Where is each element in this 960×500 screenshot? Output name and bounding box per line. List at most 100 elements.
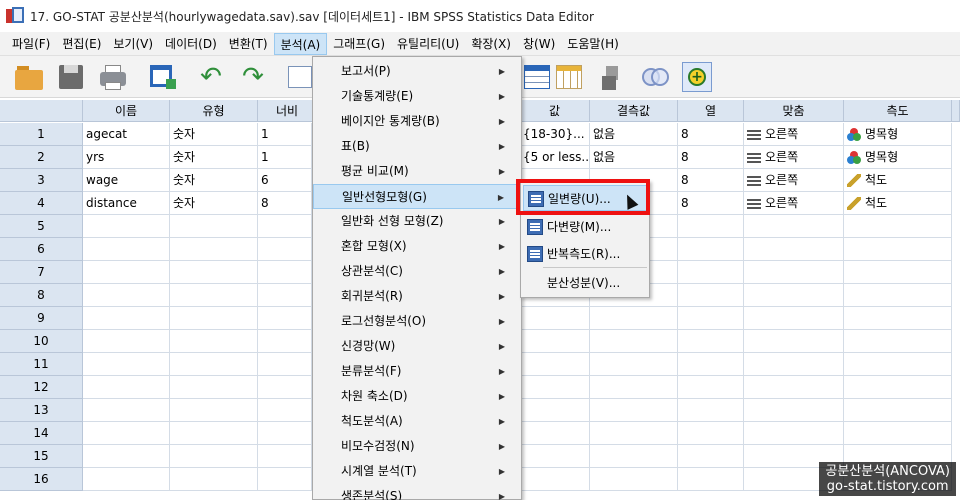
analyze-menu-item[interactable]: 분류분석(F) ▶ [313,359,521,384]
redo-icon[interactable]: ↷ [238,62,268,92]
empty-cell[interactable] [678,261,744,284]
analyze-menu-item[interactable]: 척도분석(A) ▶ [313,409,521,434]
cell-align[interactable]: 오른쪽 [744,169,844,192]
cell-columns[interactable]: 8 [678,123,744,146]
menu-graphs[interactable]: 그래프(G) [327,33,391,55]
empty-cell[interactable] [520,376,590,399]
menu-data[interactable]: 데이터(D) [159,33,223,55]
cell-type[interactable]: 숫자 [170,146,258,169]
empty-cell[interactable] [520,445,590,468]
empty-cell[interactable] [844,376,952,399]
empty-cell[interactable] [590,307,678,330]
empty-cell[interactable] [844,422,952,445]
cell-values[interactable]: {5 or less... [520,146,590,169]
empty-cell[interactable] [83,261,170,284]
print-icon[interactable] [98,62,128,92]
empty-cell[interactable] [844,238,952,261]
empty-cell[interactable] [520,399,590,422]
empty-cell[interactable] [520,353,590,376]
menu-edit[interactable]: 편집(E) [56,33,107,55]
menu-transform[interactable]: 변환(T) [223,33,274,55]
empty-cell[interactable] [678,215,744,238]
cell-measure[interactable]: 척도 [844,192,952,215]
select-cases-icon[interactable] [554,62,584,92]
empty-cell[interactable] [83,307,170,330]
row-number-header[interactable]: 12 [0,376,83,399]
empty-cell[interactable] [844,330,952,353]
cell-name[interactable]: distance [83,192,170,215]
menu-analyze[interactable]: 분석(A) [273,32,328,55]
empty-cell[interactable] [590,468,678,491]
cell-missing[interactable]: 없음 [590,123,678,146]
analyze-menu-item[interactable]: 기술통계량(E) ▶ [313,84,521,109]
analyze-menu-item[interactable]: 생존분석(S) ▶ [313,484,521,500]
empty-cell[interactable] [744,399,844,422]
empty-cell[interactable] [844,353,952,376]
empty-cell[interactable] [744,215,844,238]
menu-file[interactable]: 파일(F) [6,33,56,55]
undo-icon[interactable]: ↶ [196,62,226,92]
empty-cell[interactable] [678,330,744,353]
empty-cell[interactable] [83,284,170,307]
empty-cell[interactable] [678,238,744,261]
menu-help[interactable]: 도움말(H) [561,33,625,55]
glm-submenu-item[interactable]: 분산성분(V)... [523,270,647,296]
row-number-header[interactable]: 3 [0,169,83,192]
cell-missing[interactable]: 없음 [590,146,678,169]
empty-cell[interactable] [678,468,744,491]
row-number-header[interactable]: 13 [0,399,83,422]
row-number-header[interactable]: 14 [0,422,83,445]
row-number-header[interactable]: 2 [0,146,83,169]
empty-cell[interactable] [170,422,258,445]
cell-type[interactable]: 숫자 [170,123,258,146]
empty-cell[interactable] [258,376,312,399]
cell-type[interactable]: 숫자 [170,192,258,215]
empty-cell[interactable] [83,468,170,491]
empty-cell[interactable] [170,215,258,238]
cell-align[interactable]: 오른쪽 [744,123,844,146]
cell-columns[interactable]: 8 [678,169,744,192]
menu-utilities[interactable]: 유틸리티(U) [391,33,465,55]
cell-columns[interactable]: 8 [678,146,744,169]
empty-cell[interactable] [258,238,312,261]
cell-width[interactable]: 8 [258,192,312,215]
empty-cell[interactable] [83,238,170,261]
row-number-header[interactable]: 5 [0,215,83,238]
empty-cell[interactable] [83,376,170,399]
empty-cell[interactable] [170,307,258,330]
empty-cell[interactable] [744,422,844,445]
cell-width[interactable]: 6 [258,169,312,192]
row-number-header[interactable]: 4 [0,192,83,215]
empty-cell[interactable] [744,307,844,330]
empty-cell[interactable] [170,330,258,353]
row-number-header[interactable]: 1 [0,123,83,146]
cell-align[interactable]: 오른쪽 [744,146,844,169]
analyze-menu-item[interactable]: 평균 비교(M) ▶ [313,159,521,184]
empty-cell[interactable] [258,399,312,422]
analyze-menu-item[interactable]: 표(B) ▶ [313,134,521,159]
analyze-menu-item[interactable]: 로그선형분석(O) ▶ [313,309,521,334]
empty-cell[interactable] [83,353,170,376]
cell-type[interactable]: 숫자 [170,169,258,192]
empty-cell[interactable] [83,330,170,353]
col-header-type[interactable]: 유형 [170,100,258,122]
empty-cell[interactable] [844,284,952,307]
empty-cell[interactable] [744,330,844,353]
weight-cases-icon[interactable] [602,62,632,92]
col-header-values[interactable]: 값 [520,100,590,122]
row-number-header[interactable]: 16 [0,468,83,491]
empty-cell[interactable] [170,353,258,376]
empty-cell[interactable] [744,376,844,399]
empty-cell[interactable] [520,422,590,445]
empty-cell[interactable] [83,215,170,238]
empty-cell[interactable] [678,353,744,376]
empty-cell[interactable] [83,422,170,445]
analyze-menu-item[interactable]: 일반화 선형 모형(Z) ▶ [313,209,521,234]
cell-width[interactable]: 1 [258,123,312,146]
menu-window[interactable]: 창(W) [517,33,561,55]
row-number-header[interactable]: 15 [0,445,83,468]
use-variable-sets-icon[interactable]: + [682,62,712,92]
empty-cell[interactable] [258,284,312,307]
empty-cell[interactable] [258,422,312,445]
analyze-menu-item[interactable]: 차원 축소(D) ▶ [313,384,521,409]
